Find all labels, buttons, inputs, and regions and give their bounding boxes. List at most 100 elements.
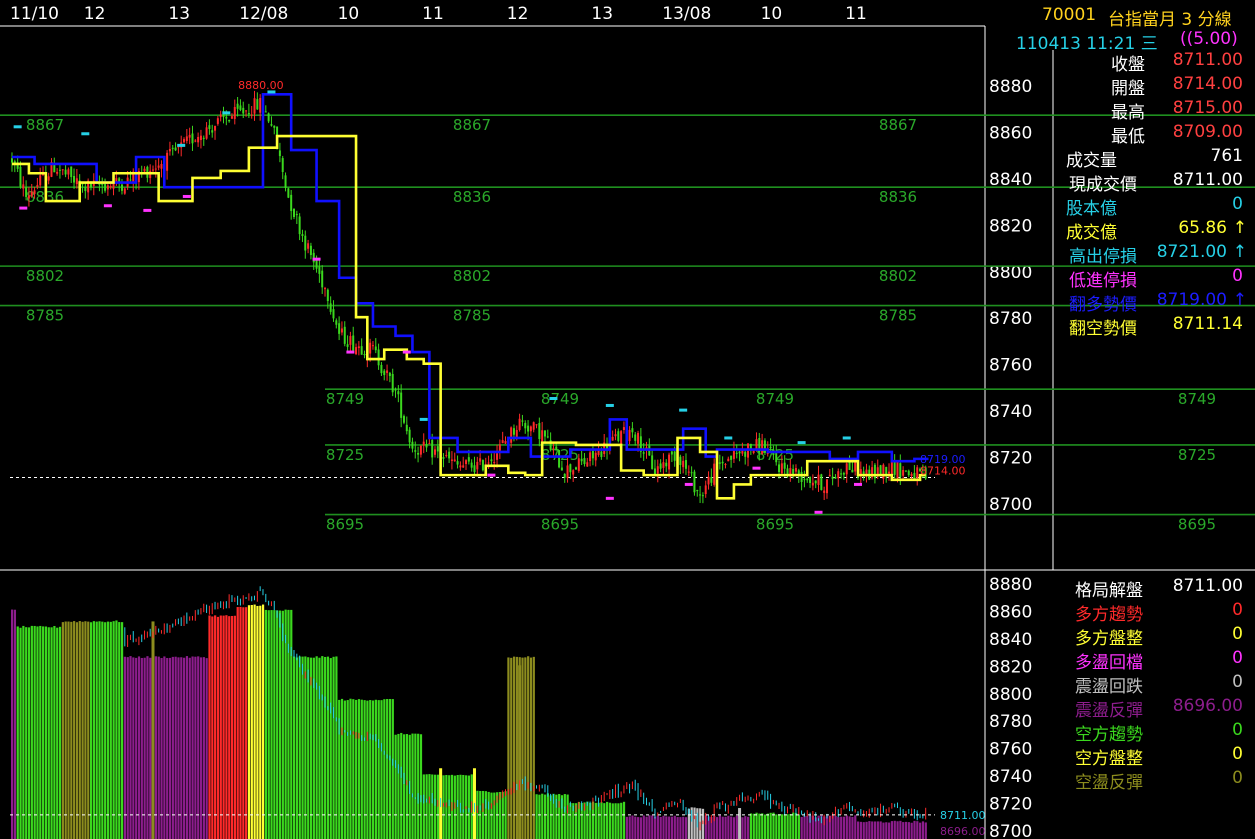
- magenta-marker: [346, 350, 355, 354]
- candle-body: [730, 455, 733, 460]
- quote-label: 最低: [1111, 127, 1145, 147]
- pattern-bar: [603, 803, 606, 839]
- pattern-bar: [47, 627, 50, 839]
- level-label: 8785: [26, 307, 64, 325]
- candle-body: [769, 446, 772, 449]
- candle-body: [854, 461, 857, 472]
- candle-body: [778, 464, 781, 472]
- pattern-bar: [549, 795, 552, 839]
- pattern-bar: [653, 816, 657, 839]
- quote-value: 0: [1232, 194, 1243, 214]
- pattern-bar: [177, 657, 180, 839]
- candle-body: [800, 471, 803, 482]
- candle-body: [690, 472, 693, 474]
- pattern-bar: [73, 621, 76, 839]
- cyan-marker: [13, 125, 22, 129]
- pattern-bar: [369, 700, 372, 839]
- pattern-bar: [157, 656, 160, 839]
- pattern-bar: [806, 815, 809, 839]
- candle-body: [617, 431, 620, 441]
- candle-body: [450, 459, 453, 461]
- pattern-bar: [848, 816, 851, 839]
- pattern-bar: [859, 821, 863, 839]
- pattern-bar: [879, 821, 882, 839]
- candle-body: [527, 425, 530, 432]
- candle-body: [211, 130, 214, 133]
- x-tick-label: 11: [845, 4, 867, 24]
- candle-body: [194, 140, 197, 142]
- pattern-bar: [225, 615, 228, 839]
- price-tick-label: 8780: [989, 309, 1032, 329]
- candle-body: [253, 98, 256, 114]
- pattern-bar: [25, 627, 28, 839]
- candle-body: [219, 114, 222, 118]
- candle-body: [307, 243, 310, 249]
- quote-value: 8711.00: [1172, 170, 1243, 190]
- candle-body: [434, 449, 436, 455]
- pattern-bar: [191, 656, 194, 839]
- pattern-bar: [882, 822, 885, 839]
- pattern-bar: [735, 815, 738, 839]
- candle-body: [247, 113, 250, 115]
- pattern-bar: [868, 821, 871, 839]
- bar-tick-label: 8780: [989, 712, 1032, 732]
- up-arrow-icon: ↑: [1232, 290, 1247, 310]
- x-tick-label: 13/08: [662, 4, 711, 24]
- pattern-bar: [335, 656, 338, 839]
- candle-body: [704, 485, 707, 495]
- chart-title: 台指當月 3 分線: [1108, 10, 1232, 30]
- quote-row: 高出停損 8721.00 ↑: [1055, 242, 1255, 267]
- pattern-bar: [431, 774, 434, 839]
- pattern-bar: [620, 802, 623, 839]
- candle-body: [555, 446, 558, 451]
- pattern-bar: [606, 801, 609, 839]
- pattern-bar: [532, 656, 535, 839]
- level-label: 8695: [541, 516, 579, 534]
- candle-body: [501, 440, 504, 444]
- quote-label: 翻多勢價: [1069, 295, 1137, 315]
- pattern-bar: [89, 622, 93, 839]
- candle-body: [631, 428, 634, 433]
- pattern-bar: [357, 699, 361, 839]
- pattern-bar: [27, 627, 31, 839]
- level-label: 8867: [26, 116, 64, 134]
- candle-body: [600, 451, 603, 458]
- pattern-bar: [70, 621, 73, 839]
- pattern-bar: [436, 774, 440, 839]
- pattern-bar: [755, 812, 758, 839]
- candle-body: [188, 134, 191, 138]
- pattern-bar: [149, 657, 152, 839]
- candle-body: [104, 183, 107, 191]
- candle-body: [228, 120, 231, 122]
- candle-body: [569, 464, 572, 473]
- pattern-bar: [120, 622, 124, 839]
- candle-body: [383, 370, 386, 376]
- level-label: 8867: [453, 116, 491, 134]
- pattern-bar: [250, 604, 253, 839]
- candle-body: [363, 353, 366, 356]
- pattern-bar: [106, 621, 110, 839]
- candle-body: [755, 439, 758, 450]
- candle-body: [467, 457, 470, 462]
- pattern-bar: [87, 621, 90, 839]
- candle-body: [70, 166, 73, 178]
- candle-body: [498, 444, 501, 451]
- pattern-bar: [318, 657, 321, 839]
- pattern-panel: 格局解盤 8711.00 多方趨勢 0 多方盤整 0 多盪回檔 0 震盪回跌 0 震盪反彈 8696.…: [1055, 576, 1255, 796]
- candle-body: [817, 474, 820, 486]
- level-label: 8725: [326, 446, 364, 464]
- pattern-bar: [428, 774, 431, 839]
- candle-body: [543, 430, 546, 437]
- pattern-row: 震盪反彈 8696.00: [1055, 696, 1255, 721]
- pattern-bar: [391, 699, 394, 839]
- candle-body: [611, 436, 614, 441]
- candle-body: [518, 418, 521, 430]
- pattern-bar: [278, 610, 282, 839]
- pattern-bar: [758, 813, 761, 839]
- pattern-bar: [219, 615, 222, 839]
- bar-tick-label: 8760: [989, 740, 1032, 760]
- scale-label: ((5.00): [1180, 29, 1238, 49]
- candle-body: [707, 476, 710, 485]
- pattern-row: 多方趨勢 0: [1055, 600, 1255, 625]
- quote-row: 最低 8709.00: [1055, 122, 1255, 147]
